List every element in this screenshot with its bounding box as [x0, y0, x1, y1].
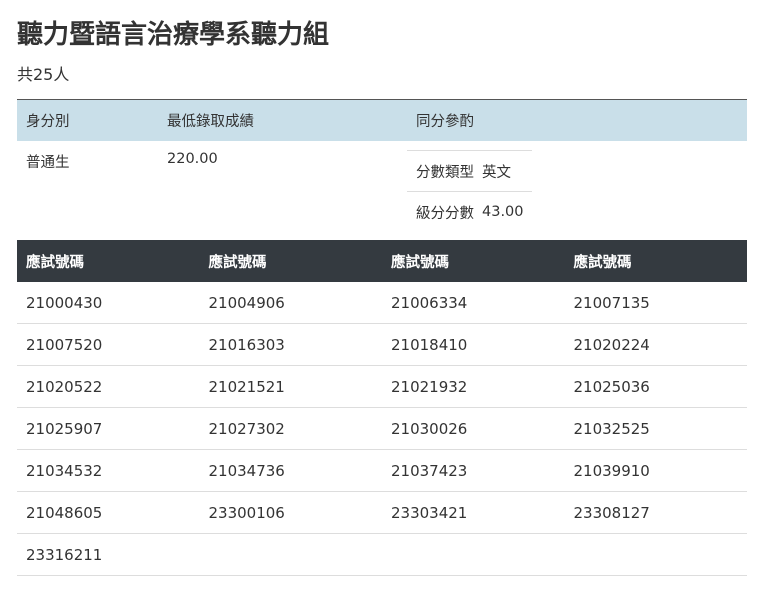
- exam-number: 21034736: [199, 449, 382, 492]
- table-row: 21025907 21027302 21030026 21032525: [17, 407, 747, 450]
- exam-number: 21000430: [17, 282, 200, 324]
- summary-header-row: 身分別 最低錄取成績 同分參酌: [17, 99, 747, 141]
- header-tiebreak: 同分參酌: [407, 99, 747, 141]
- exam-number: [564, 533, 747, 576]
- table-row: 21000430 21004906 21006334 21007135: [17, 282, 747, 324]
- summary-row: 普通生 220.00 分數類型 英文 級分分數 43.00: [17, 141, 747, 232]
- table-row: 21034532 21034736 21037423 21039910: [17, 449, 747, 492]
- exam-number: 21032525: [564, 407, 747, 450]
- exam-number: 21034532: [17, 449, 200, 492]
- exam-number: 21020522: [17, 365, 200, 408]
- exam-number: 23303421: [382, 491, 565, 534]
- exam-number: 21030026: [382, 407, 565, 450]
- admission-count: 共25人: [17, 65, 70, 84]
- exam-number: 23316211: [17, 533, 200, 576]
- summary-table: 身分別 最低錄取成績 同分參酌 普通生 220.00 分數類型 英文 級分分數: [17, 99, 747, 232]
- exam-number: 21004906: [199, 282, 382, 324]
- exam-number: 21018410: [382, 323, 565, 366]
- exam-number: 21006334: [382, 282, 565, 324]
- table-row: 23316211: [17, 533, 747, 576]
- tiebreak-row: 級分分數 43.00: [407, 191, 532, 232]
- exam-number: 21025907: [17, 407, 200, 450]
- tiebreak-table: 分數類型 英文 級分分數 43.00: [407, 150, 532, 232]
- exam-number: [199, 533, 382, 576]
- tiebreak-cell: 分數類型 英文 級分分數 43.00: [407, 141, 747, 232]
- table-row: 21020522 21021521 21021932 21025036: [17, 365, 747, 408]
- exam-number: 21037423: [382, 449, 565, 492]
- exam-number: 21039910: [564, 449, 747, 492]
- page-title: 聽力暨語言治療學系聽力組: [17, 20, 330, 50]
- exam-number: [382, 533, 565, 576]
- exam-number: 21027302: [199, 407, 382, 450]
- ids-column-header: 應試號碼: [199, 240, 382, 282]
- table-row: 21048605 23300106 23303421 23308127: [17, 491, 747, 534]
- exam-number: 21016303: [199, 323, 382, 366]
- exam-number: 21025036: [564, 365, 747, 408]
- tiebreak-value: 英文: [482, 150, 532, 192]
- exam-number-table: 應試號碼 應試號碼 應試號碼 應試號碼 21000430 21004906 21…: [17, 240, 747, 576]
- exam-number: 21048605: [17, 491, 200, 534]
- tiebreak-value: 43.00: [482, 191, 532, 232]
- table-row: 21007520 21016303 21018410 21020224: [17, 323, 747, 366]
- exam-number: 21020224: [564, 323, 747, 366]
- header-identity: 身分別: [17, 99, 158, 141]
- exam-number: 23308127: [564, 491, 747, 534]
- min-score-value: 220.00: [167, 151, 218, 167]
- header-min-score: 最低錄取成績: [158, 99, 407, 141]
- exam-number: 21021932: [382, 365, 565, 408]
- ids-header-row: 應試號碼 應試號碼 應試號碼 應試號碼: [17, 240, 747, 282]
- identity-value: 普通生: [26, 155, 70, 171]
- tiebreak-row: 分數類型 英文: [407, 150, 532, 192]
- ids-column-header: 應試號碼: [382, 240, 565, 282]
- exam-number: 21007520: [17, 323, 200, 366]
- tiebreak-label: 級分分數: [407, 191, 482, 232]
- ids-column-header: 應試號碼: [564, 240, 747, 282]
- tiebreak-label: 分數類型: [407, 150, 482, 192]
- exam-number: 21007135: [564, 282, 747, 324]
- exam-number: 23300106: [199, 491, 382, 534]
- ids-column-header: 應試號碼: [17, 240, 200, 282]
- exam-number: 21021521: [199, 365, 382, 408]
